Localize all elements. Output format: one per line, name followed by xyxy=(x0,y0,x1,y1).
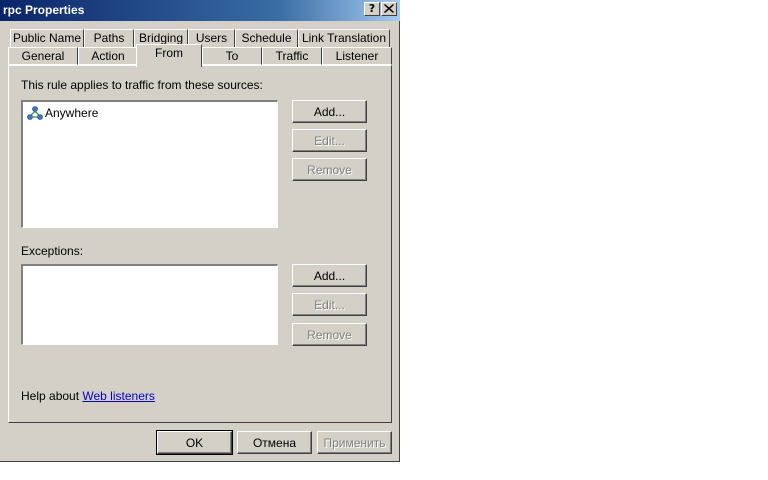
tab-to[interactable]: To xyxy=(202,47,262,65)
help-button[interactable]: ? xyxy=(364,2,380,16)
cancel-button[interactable]: Отмена xyxy=(237,431,312,454)
exceptions-label: Exceptions: xyxy=(21,244,84,258)
edit-exception-button[interactable]: Edit... xyxy=(292,293,367,316)
sources-list[interactable]: Anywhere xyxy=(21,100,278,228)
tab-link-translation[interactable]: Link Translation xyxy=(298,29,390,47)
window-title: rpc Properties xyxy=(3,3,85,17)
web-listeners-link[interactable]: Web listeners xyxy=(82,389,154,403)
list-item-label: Anywhere xyxy=(45,106,99,120)
add-source-button[interactable]: Add... xyxy=(292,100,367,123)
tab-action[interactable]: Action xyxy=(78,47,138,65)
tab-public-name[interactable]: Public Name xyxy=(10,29,84,47)
tab-traffic[interactable]: Traffic xyxy=(262,47,322,65)
edit-source-button[interactable]: Edit... xyxy=(292,129,367,152)
tab-general[interactable]: General xyxy=(8,47,78,65)
exceptions-list[interactable] xyxy=(21,264,278,345)
add-exception-button[interactable]: Add... xyxy=(292,264,367,287)
remove-exception-button[interactable]: Remove xyxy=(292,323,367,346)
properties-dialog: rpc Properties ? Public Name Paths Bridg… xyxy=(0,0,400,462)
remove-source-button[interactable]: Remove xyxy=(292,158,367,181)
close-button[interactable] xyxy=(381,2,397,16)
tab-paths[interactable]: Paths xyxy=(84,29,134,47)
tab-listener[interactable]: Listener xyxy=(322,47,392,65)
sources-label: This rule applies to traffic from these … xyxy=(21,78,263,92)
network-icon xyxy=(27,106,43,120)
close-icon xyxy=(384,4,394,13)
from-tab-panel: This rule applies to traffic from these … xyxy=(8,65,392,423)
apply-button[interactable]: Применить xyxy=(317,431,392,454)
tab-schedule[interactable]: Schedule xyxy=(235,29,298,47)
help-text: Help about Web listeners xyxy=(21,389,155,403)
title-bar[interactable]: rpc Properties ? xyxy=(0,0,400,21)
list-item[interactable]: Anywhere xyxy=(27,105,98,121)
help-prefix: Help about xyxy=(21,389,80,403)
tab-from[interactable]: From xyxy=(136,44,202,67)
ok-button[interactable]: OK xyxy=(156,430,233,455)
